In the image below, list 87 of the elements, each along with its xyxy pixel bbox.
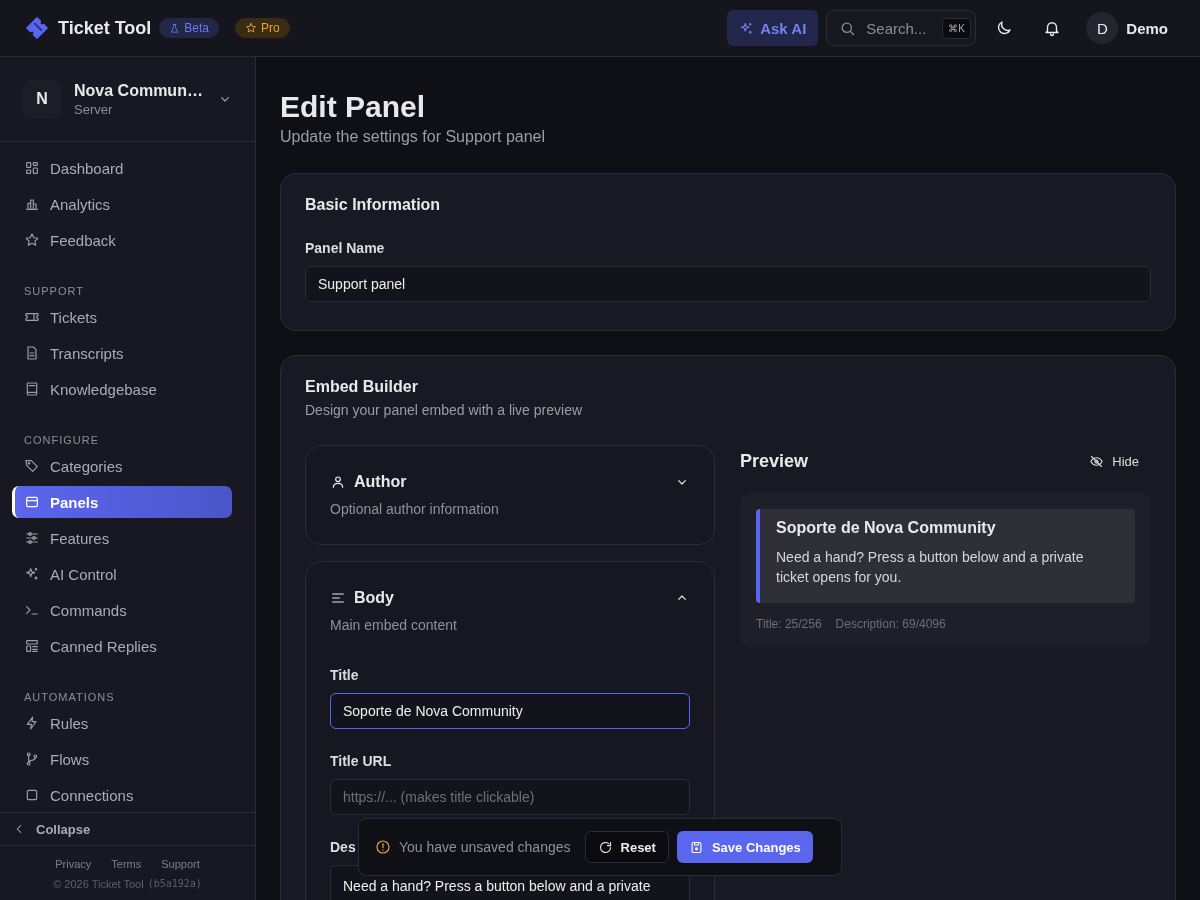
sidebar-item[interactable]: Dashboard bbox=[12, 152, 232, 184]
section-subtitle: Optional author information bbox=[330, 501, 500, 517]
sidebar-item[interactable]: Flows bbox=[12, 743, 232, 775]
sidebar-item[interactable]: Panels bbox=[12, 486, 232, 518]
server-type: Server bbox=[74, 101, 114, 117]
badge: Beta bbox=[159, 18, 220, 38]
field-label: Des bbox=[330, 839, 356, 855]
user-icon bbox=[330, 474, 346, 490]
ask-ai-button[interactable]: Ask AI bbox=[727, 10, 819, 46]
list-icon bbox=[24, 638, 40, 654]
star-icon bbox=[245, 22, 258, 34]
card-subtitle: Design your panel embed with a live preview bbox=[305, 402, 584, 418]
server-selector[interactable]: N Nova Commun… Server bbox=[0, 57, 255, 142]
book-icon bbox=[24, 381, 40, 397]
embed-description: Need a hand? Press a button below and a private ticket opens for you. bbox=[776, 548, 1085, 587]
field-label: Title URL bbox=[330, 753, 392, 769]
window-icon bbox=[24, 494, 40, 510]
refresh-icon bbox=[597, 839, 613, 855]
section-heading: AUTOMATIONS bbox=[23, 690, 116, 705]
tag-icon bbox=[24, 458, 40, 474]
moon-icon bbox=[995, 19, 1014, 37]
section-title[interactable]: Body bbox=[330, 589, 394, 607]
square-icon bbox=[24, 787, 40, 803]
branch-icon bbox=[24, 751, 40, 767]
user-name[interactable]: Demo bbox=[1126, 19, 1168, 37]
reset-button[interactable]: Reset bbox=[584, 831, 669, 863]
footer-link[interactable]: Privacy bbox=[55, 858, 92, 870]
user-avatar[interactable]: D bbox=[1086, 12, 1119, 44]
footer-link[interactable]: Support bbox=[161, 858, 200, 870]
ticket-logo-icon bbox=[24, 15, 50, 41]
preview-title: Preview bbox=[740, 450, 809, 472]
sidebar-item[interactable]: Features bbox=[12, 522, 232, 554]
app-name: Ticket Tool bbox=[58, 17, 152, 39]
character-count: Title: 25/256 bbox=[756, 617, 822, 631]
grid-icon bbox=[24, 160, 40, 176]
text-lines-icon bbox=[330, 590, 346, 606]
input-field[interactable]: Support panel bbox=[305, 266, 1151, 302]
field-label: Panel Name bbox=[305, 240, 385, 256]
page-title: Edit Panel bbox=[280, 90, 427, 124]
bell-icon bbox=[1043, 19, 1062, 37]
server-name: Nova Commun… bbox=[74, 81, 204, 100]
sidebar-item[interactable]: AI Control bbox=[12, 558, 232, 590]
lightning-icon bbox=[24, 715, 40, 731]
document-icon bbox=[24, 345, 40, 361]
sidebar-item[interactable]: Analytics bbox=[12, 188, 232, 220]
sidebar-item[interactable]: Rules bbox=[12, 707, 232, 739]
card-title: Embed Builder bbox=[305, 378, 419, 396]
eye-off-icon bbox=[1089, 453, 1105, 469]
server-avatar: N bbox=[22, 79, 62, 119]
input-field[interactable]: Soporte de Nova Community bbox=[330, 693, 690, 729]
card-title: Basic Information bbox=[305, 196, 442, 214]
bar-chart-icon bbox=[24, 196, 40, 212]
unsaved-message: You have unsaved changes bbox=[399, 839, 571, 855]
embed-title: Soporte de Nova Community bbox=[776, 519, 997, 537]
input-field[interactable]: https://... (makes title clickable) bbox=[330, 779, 690, 815]
save-icon bbox=[688, 839, 704, 855]
section-heading: SUPPORT bbox=[23, 284, 85, 299]
copyright: © 2026 Ticket Tool bbox=[53, 878, 144, 890]
sparkle-icon bbox=[739, 20, 755, 36]
sparkle-icon bbox=[24, 566, 40, 582]
page-subtitle: Update the settings for Support panel bbox=[280, 128, 547, 146]
flask-icon bbox=[169, 22, 181, 34]
save-button[interactable]: Save Changes bbox=[676, 831, 813, 863]
sidebar-item[interactable]: Canned Replies bbox=[12, 630, 232, 662]
search-field[interactable]: Search... ⌘K bbox=[826, 10, 977, 46]
sidebar-item[interactable]: Commands bbox=[12, 594, 232, 626]
sliders-icon bbox=[24, 530, 40, 546]
footer-link[interactable]: Terms bbox=[111, 858, 142, 870]
field-label: Title bbox=[330, 667, 359, 683]
star-icon bbox=[24, 232, 40, 248]
collapse-button[interactable]: Collapse bbox=[0, 812, 255, 846]
sidebar-item[interactable]: Feedback bbox=[12, 224, 232, 256]
shortcut-key: ⌘K bbox=[942, 17, 971, 39]
section-title[interactable]: Author bbox=[330, 473, 407, 491]
character-count: Description: 69/4096 bbox=[835, 617, 946, 631]
sidebar-item[interactable]: Knowledgebase bbox=[12, 373, 232, 405]
section-heading: CONFIGURE bbox=[23, 433, 100, 448]
warning-icon bbox=[375, 839, 391, 855]
search-input[interactable]: Search... bbox=[864, 18, 935, 38]
hide-button[interactable]: Hide bbox=[1077, 447, 1151, 475]
sidebar-item[interactable]: Tickets bbox=[12, 301, 232, 333]
build-id: (b5a192a) bbox=[147, 878, 202, 890]
sidebar-item[interactable]: Transcripts bbox=[12, 337, 232, 369]
sidebar-item[interactable]: Categories bbox=[12, 450, 232, 482]
sidebar-item[interactable]: Connections bbox=[12, 779, 232, 811]
section-subtitle: Main embed content bbox=[330, 617, 458, 633]
badge: Pro bbox=[235, 18, 290, 38]
